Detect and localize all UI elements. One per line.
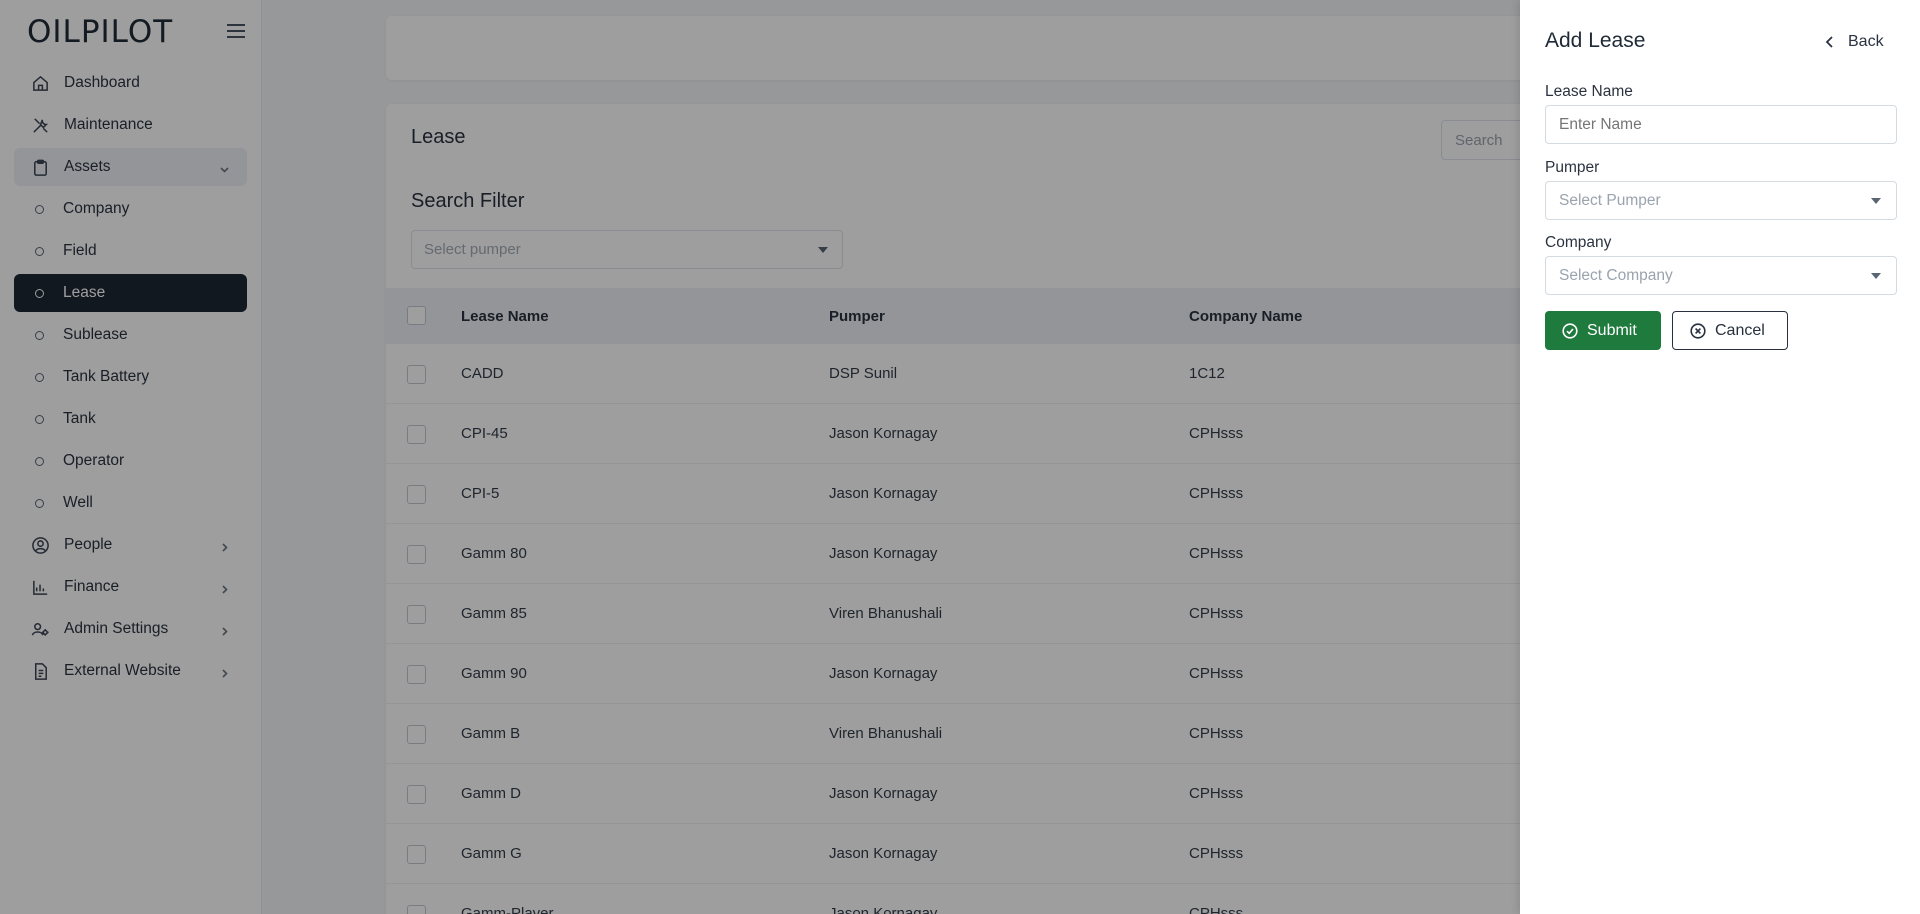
back-button[interactable]: Back	[1825, 31, 1884, 53]
pumper-label: Pumper	[1545, 159, 1600, 176]
cancel-label: Cancel	[1715, 321, 1765, 339]
submit-label: Submit	[1587, 321, 1637, 339]
pumper-select-placeholder: Select Pumper	[1559, 191, 1661, 209]
lease-name-input[interactable]	[1545, 105, 1897, 144]
company-label: Company	[1545, 234, 1612, 251]
submit-button[interactable]: Submit	[1545, 311, 1661, 350]
check-circle-icon	[1562, 322, 1578, 339]
caret-down-icon	[1871, 273, 1881, 279]
back-label: Back	[1848, 33, 1884, 50]
add-lease-drawer: Add Lease Back Lease Name Pumper Select …	[1520, 0, 1920, 914]
chevron-left-icon	[1825, 36, 1833, 48]
company-select-placeholder: Select Company	[1559, 266, 1673, 284]
caret-down-icon	[1871, 198, 1881, 204]
x-circle-icon	[1690, 322, 1706, 339]
company-select[interactable]: Select Company	[1545, 256, 1897, 295]
drawer-title: Add Lease	[1545, 29, 1646, 52]
pumper-select[interactable]: Select Pumper	[1545, 181, 1897, 220]
cancel-button[interactable]: Cancel	[1672, 311, 1788, 350]
lease-name-label: Lease Name	[1545, 83, 1633, 100]
